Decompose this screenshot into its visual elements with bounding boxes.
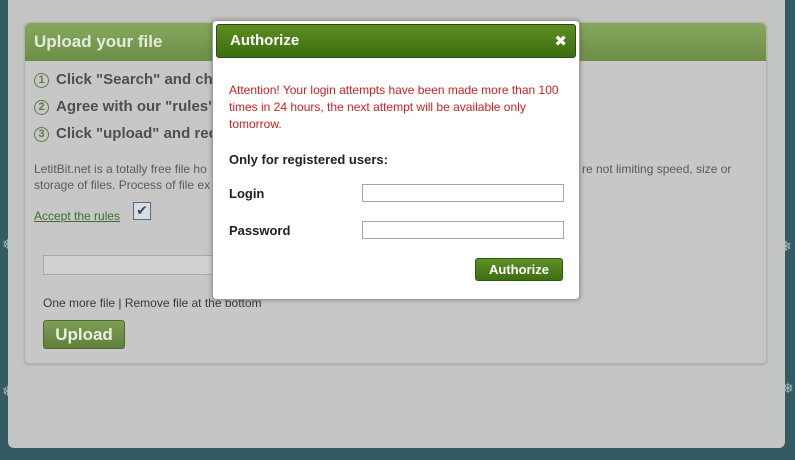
login-input[interactable] [362, 184, 564, 202]
step-2-text: Agree with our "rules" [56, 98, 216, 115]
password-input[interactable] [362, 221, 564, 239]
registered-users-label: Only for registered users: [229, 152, 388, 167]
accept-rules-checkbox[interactable]: ✔ [133, 202, 151, 220]
authorize-modal: Authorize ✖ Attention! Your login attemp… [212, 20, 580, 300]
description-right: re not limiting speed, size or [582, 162, 732, 176]
close-icon[interactable]: ✖ [554, 25, 567, 57]
login-label: Login [229, 186, 265, 201]
step-2: 2 Agree with our "rules" [34, 97, 215, 117]
step-1: 1 Click "Search" and cho [34, 70, 222, 90]
step-3: 3 Click "upload" and rece [34, 124, 225, 144]
upload-button[interactable]: Upload [43, 320, 125, 349]
password-label: Password [229, 223, 291, 238]
file-input[interactable] [43, 255, 235, 275]
step-3-text: Click "upload" and rece [56, 125, 226, 142]
modal-title: Authorize [230, 32, 300, 49]
attention-message: Attention! Your login attempts have been… [229, 83, 559, 131]
step-number-2: 2 [34, 100, 49, 115]
authorize-button[interactable]: Authorize [475, 258, 563, 281]
step-1-text: Click "Search" and cho [56, 71, 222, 88]
step-number-3: 3 [34, 127, 49, 142]
modal-header: Authorize ✖ [216, 24, 576, 58]
step-number-1: 1 [34, 73, 49, 88]
checkmark-icon: ✔ [136, 203, 148, 219]
accept-rules-link[interactable]: Accept the rules [34, 209, 120, 223]
